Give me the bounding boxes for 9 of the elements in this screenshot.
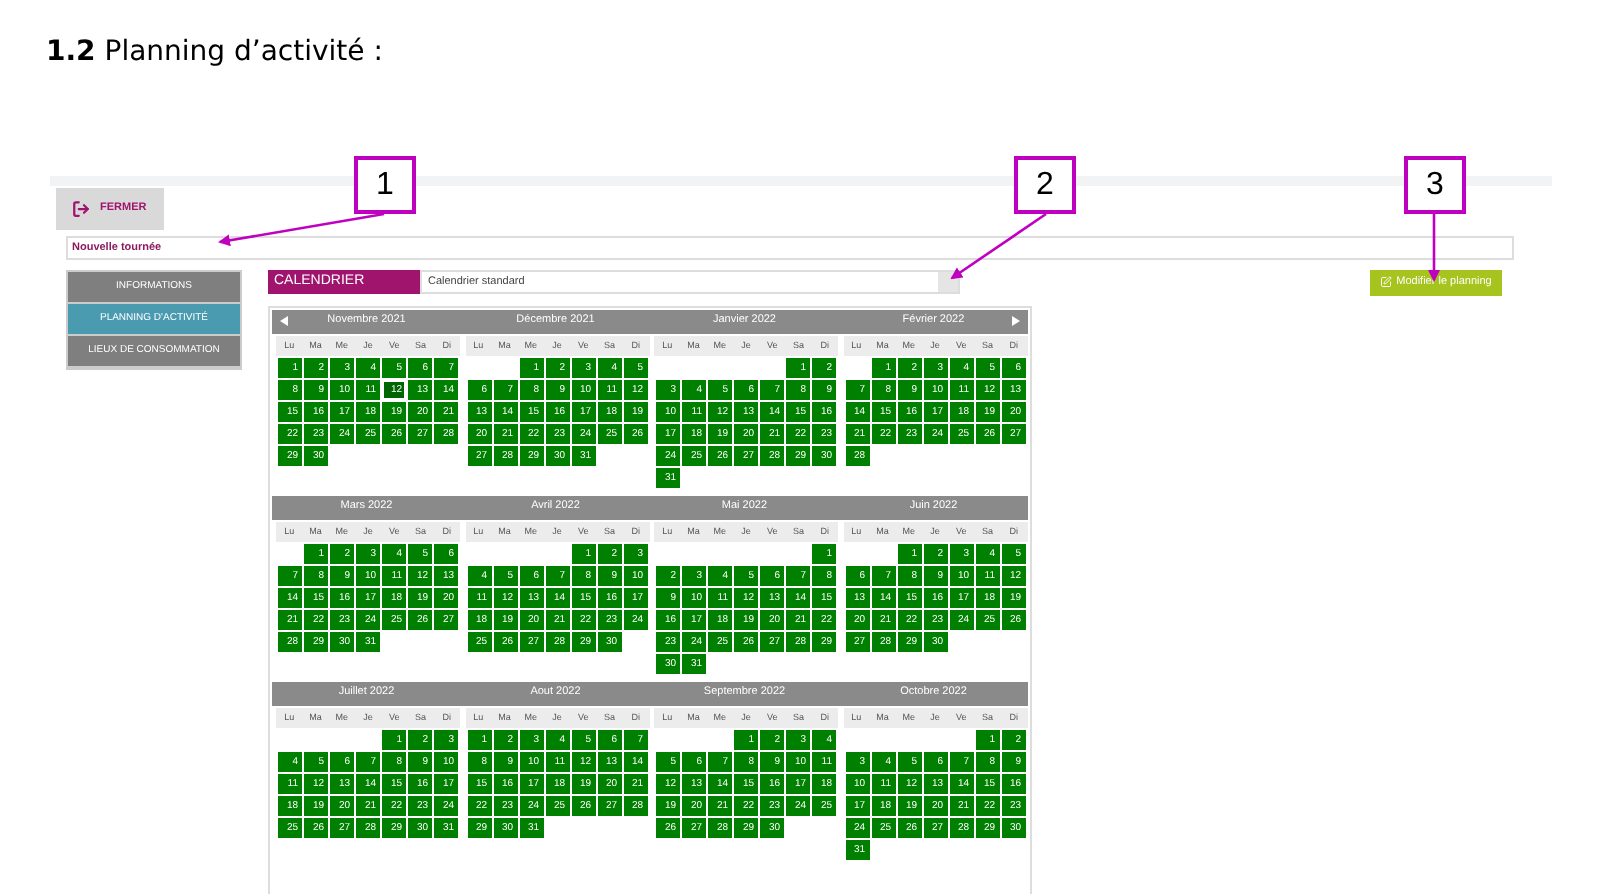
section-heading: 1.2 Planning d’activité : [46,36,383,68]
exit-icon [72,200,90,218]
callout-number: 2 [1014,156,1076,214]
callout-number: 1 [354,156,416,214]
next-month-icon[interactable] [1012,316,1020,326]
prev-month-icon[interactable] [280,316,288,326]
callout-arrow [950,212,1047,280]
edit-icon [1380,276,1393,288]
callout-number: 3 [1404,156,1466,214]
